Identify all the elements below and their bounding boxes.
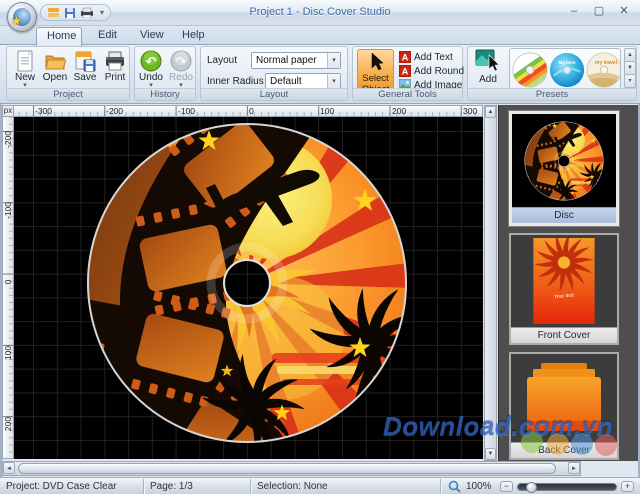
ruler-unit-box: px xyxy=(2,105,14,117)
tab-home[interactable]: Home xyxy=(36,27,82,46)
save-button[interactable]: Save xyxy=(70,49,100,89)
front-cover-card-label: Front Cover xyxy=(511,327,617,343)
cursor-arrow-icon xyxy=(369,52,383,70)
gallery-up-icon[interactable]: ▲ xyxy=(624,48,636,62)
preset-thumbnail-2[interactable]: My best xyxy=(548,51,586,89)
svg-text:my travel: my travel xyxy=(595,60,618,66)
page-card-back-cover[interactable]: Back Cover xyxy=(509,352,619,460)
scroll-up-icon[interactable]: ▲ xyxy=(485,106,496,118)
back-cover-thumbnail xyxy=(511,354,617,442)
status-page: Page: 1/3 xyxy=(150,481,193,492)
close-button[interactable]: ✕ xyxy=(616,4,632,18)
add-round-text-icon: A xyxy=(399,65,411,77)
svg-text:My best: My best xyxy=(559,60,576,65)
preset-thumbnail-1[interactable] xyxy=(511,51,549,89)
add-preset-button[interactable]: Add xyxy=(471,49,505,89)
group-presets: Add My best my travel ▲ ▼ ▾ Presets xyxy=(467,46,637,101)
front-cover-thumbnail: Your text xyxy=(511,235,617,327)
select-object-button[interactable]: Select Object xyxy=(357,49,394,92)
svg-text:A: A xyxy=(402,67,409,77)
svg-text:A: A xyxy=(402,53,409,63)
layout-select-caret-icon[interactable]: ▾ xyxy=(327,53,340,68)
pages-panel: Disc Your text Front Cover Back Cover xyxy=(498,105,638,461)
zoom-slider[interactable] xyxy=(517,483,617,491)
group-label-project: Project xyxy=(7,88,129,100)
zoom-slider-thumb[interactable] xyxy=(526,482,537,493)
redo-button[interactable]: ↷ Redo ▾ xyxy=(166,49,196,89)
app-icon-star: ★ xyxy=(11,15,22,27)
back-cover-card-label: Back Cover xyxy=(511,442,617,458)
app-window: ★ ▾ Project 1 - Disc Cover Studio – ▢ xyxy=(0,0,640,494)
disc-artwork[interactable] xyxy=(77,117,417,453)
scroll-right-icon[interactable]: ► xyxy=(568,462,580,474)
group-label-general-tools: General Tools xyxy=(353,88,462,100)
page-card-front-cover[interactable]: Your text Front Cover xyxy=(509,233,619,345)
status-separator xyxy=(143,479,144,494)
zoom-in-button[interactable]: + xyxy=(621,481,634,492)
horizontal-scroll-thumb[interactable] xyxy=(18,463,556,474)
scroll-left-icon[interactable]: ◄ xyxy=(3,462,15,474)
print-ribbon-icon xyxy=(100,49,130,72)
layout-select[interactable]: Normal paper ▾ xyxy=(251,52,341,69)
group-label-history: History xyxy=(135,88,195,100)
print-button[interactable]: Print xyxy=(100,49,130,89)
ribbon-tab-row: Home Edit View Help xyxy=(0,26,640,45)
maximize-button[interactable]: ▢ xyxy=(591,4,607,18)
zoom-magnifier-icon xyxy=(448,480,461,493)
status-selection: Selection: None xyxy=(257,481,328,492)
undo-icon: ↶ xyxy=(136,49,166,72)
preset-gallery-scroll: ▲ ▼ ▾ xyxy=(624,48,636,90)
open-button[interactable]: Open xyxy=(40,49,70,89)
svg-text:↷: ↷ xyxy=(176,54,187,69)
new-button[interactable]: New ▾ xyxy=(10,49,40,89)
ribbon: New ▾ Open Save Print Proj xyxy=(0,45,640,104)
minimize-button[interactable]: – xyxy=(566,4,582,18)
preset-thumbnail-3[interactable]: my travel xyxy=(585,51,621,89)
save-ribbon-icon xyxy=(70,49,100,72)
zoom-level: 100% xyxy=(466,481,492,492)
horizontal-scrollbar[interactable]: ◄ ► xyxy=(2,461,581,476)
add-text-button[interactable]: A Add Text xyxy=(399,50,453,64)
title-bar: ★ ▾ Project 1 - Disc Cover Studio – ▢ xyxy=(0,0,640,26)
open-icon xyxy=(40,49,70,72)
status-project: Project: DVD Case Clear xyxy=(6,481,117,492)
redo-icon: ↷ xyxy=(166,49,196,72)
group-label-layout: Layout xyxy=(201,88,347,100)
vertical-scrollbar[interactable]: ▲ ▼ xyxy=(484,105,497,461)
group-project: New ▾ Open Save Print Proj xyxy=(6,46,130,101)
add-preset-icon xyxy=(475,49,501,71)
app-menu-button[interactable]: ★ xyxy=(7,2,37,32)
gallery-down-icon[interactable]: ▼ xyxy=(624,61,636,75)
disc-thumbnail xyxy=(512,114,616,207)
disc-card-label: Disc xyxy=(512,207,616,223)
vertical-ruler: -200 -100 0 100 200 xyxy=(2,117,14,459)
tab-view[interactable]: View xyxy=(130,27,168,46)
scroll-down-icon[interactable]: ▼ xyxy=(485,448,496,460)
svg-text:↶: ↶ xyxy=(146,54,157,69)
gallery-more-icon[interactable]: ▾ xyxy=(624,74,636,88)
status-separator xyxy=(250,479,251,494)
design-canvas[interactable] xyxy=(14,117,483,459)
group-general-tools: Select Object A Add Text A Add Round Tex… xyxy=(352,46,463,101)
group-layout: Layout Normal paper ▾ Inner Radius Defau… xyxy=(200,46,348,101)
inner-radius-select-caret-icon[interactable]: ▾ xyxy=(327,74,340,89)
window-title: Project 1 - Disc Cover Studio xyxy=(0,6,640,18)
preset-gallery: My best my travel xyxy=(509,48,621,90)
group-history: ↶ Undo ▾ ↷ Redo ▾ History xyxy=(134,46,196,101)
add-text-icon: A xyxy=(399,51,411,63)
new-icon xyxy=(10,49,40,72)
window-controls: – ▢ ✕ xyxy=(566,4,632,18)
tab-help[interactable]: Help xyxy=(172,27,210,46)
page-card-disc[interactable]: Disc xyxy=(509,111,619,226)
group-label-presets: Presets xyxy=(468,88,636,100)
status-separator xyxy=(440,479,441,494)
horizontal-ruler: -300 -200 -100 0 100 200 300 xyxy=(14,105,483,117)
tab-edit[interactable]: Edit xyxy=(88,27,126,46)
layout-field-label: Layout xyxy=(207,52,237,69)
status-bar: Project: DVD Case Clear Page: 1/3 Select… xyxy=(0,477,640,494)
zoom-out-button[interactable]: − xyxy=(500,481,513,492)
undo-button[interactable]: ↶ Undo ▾ xyxy=(136,49,166,89)
